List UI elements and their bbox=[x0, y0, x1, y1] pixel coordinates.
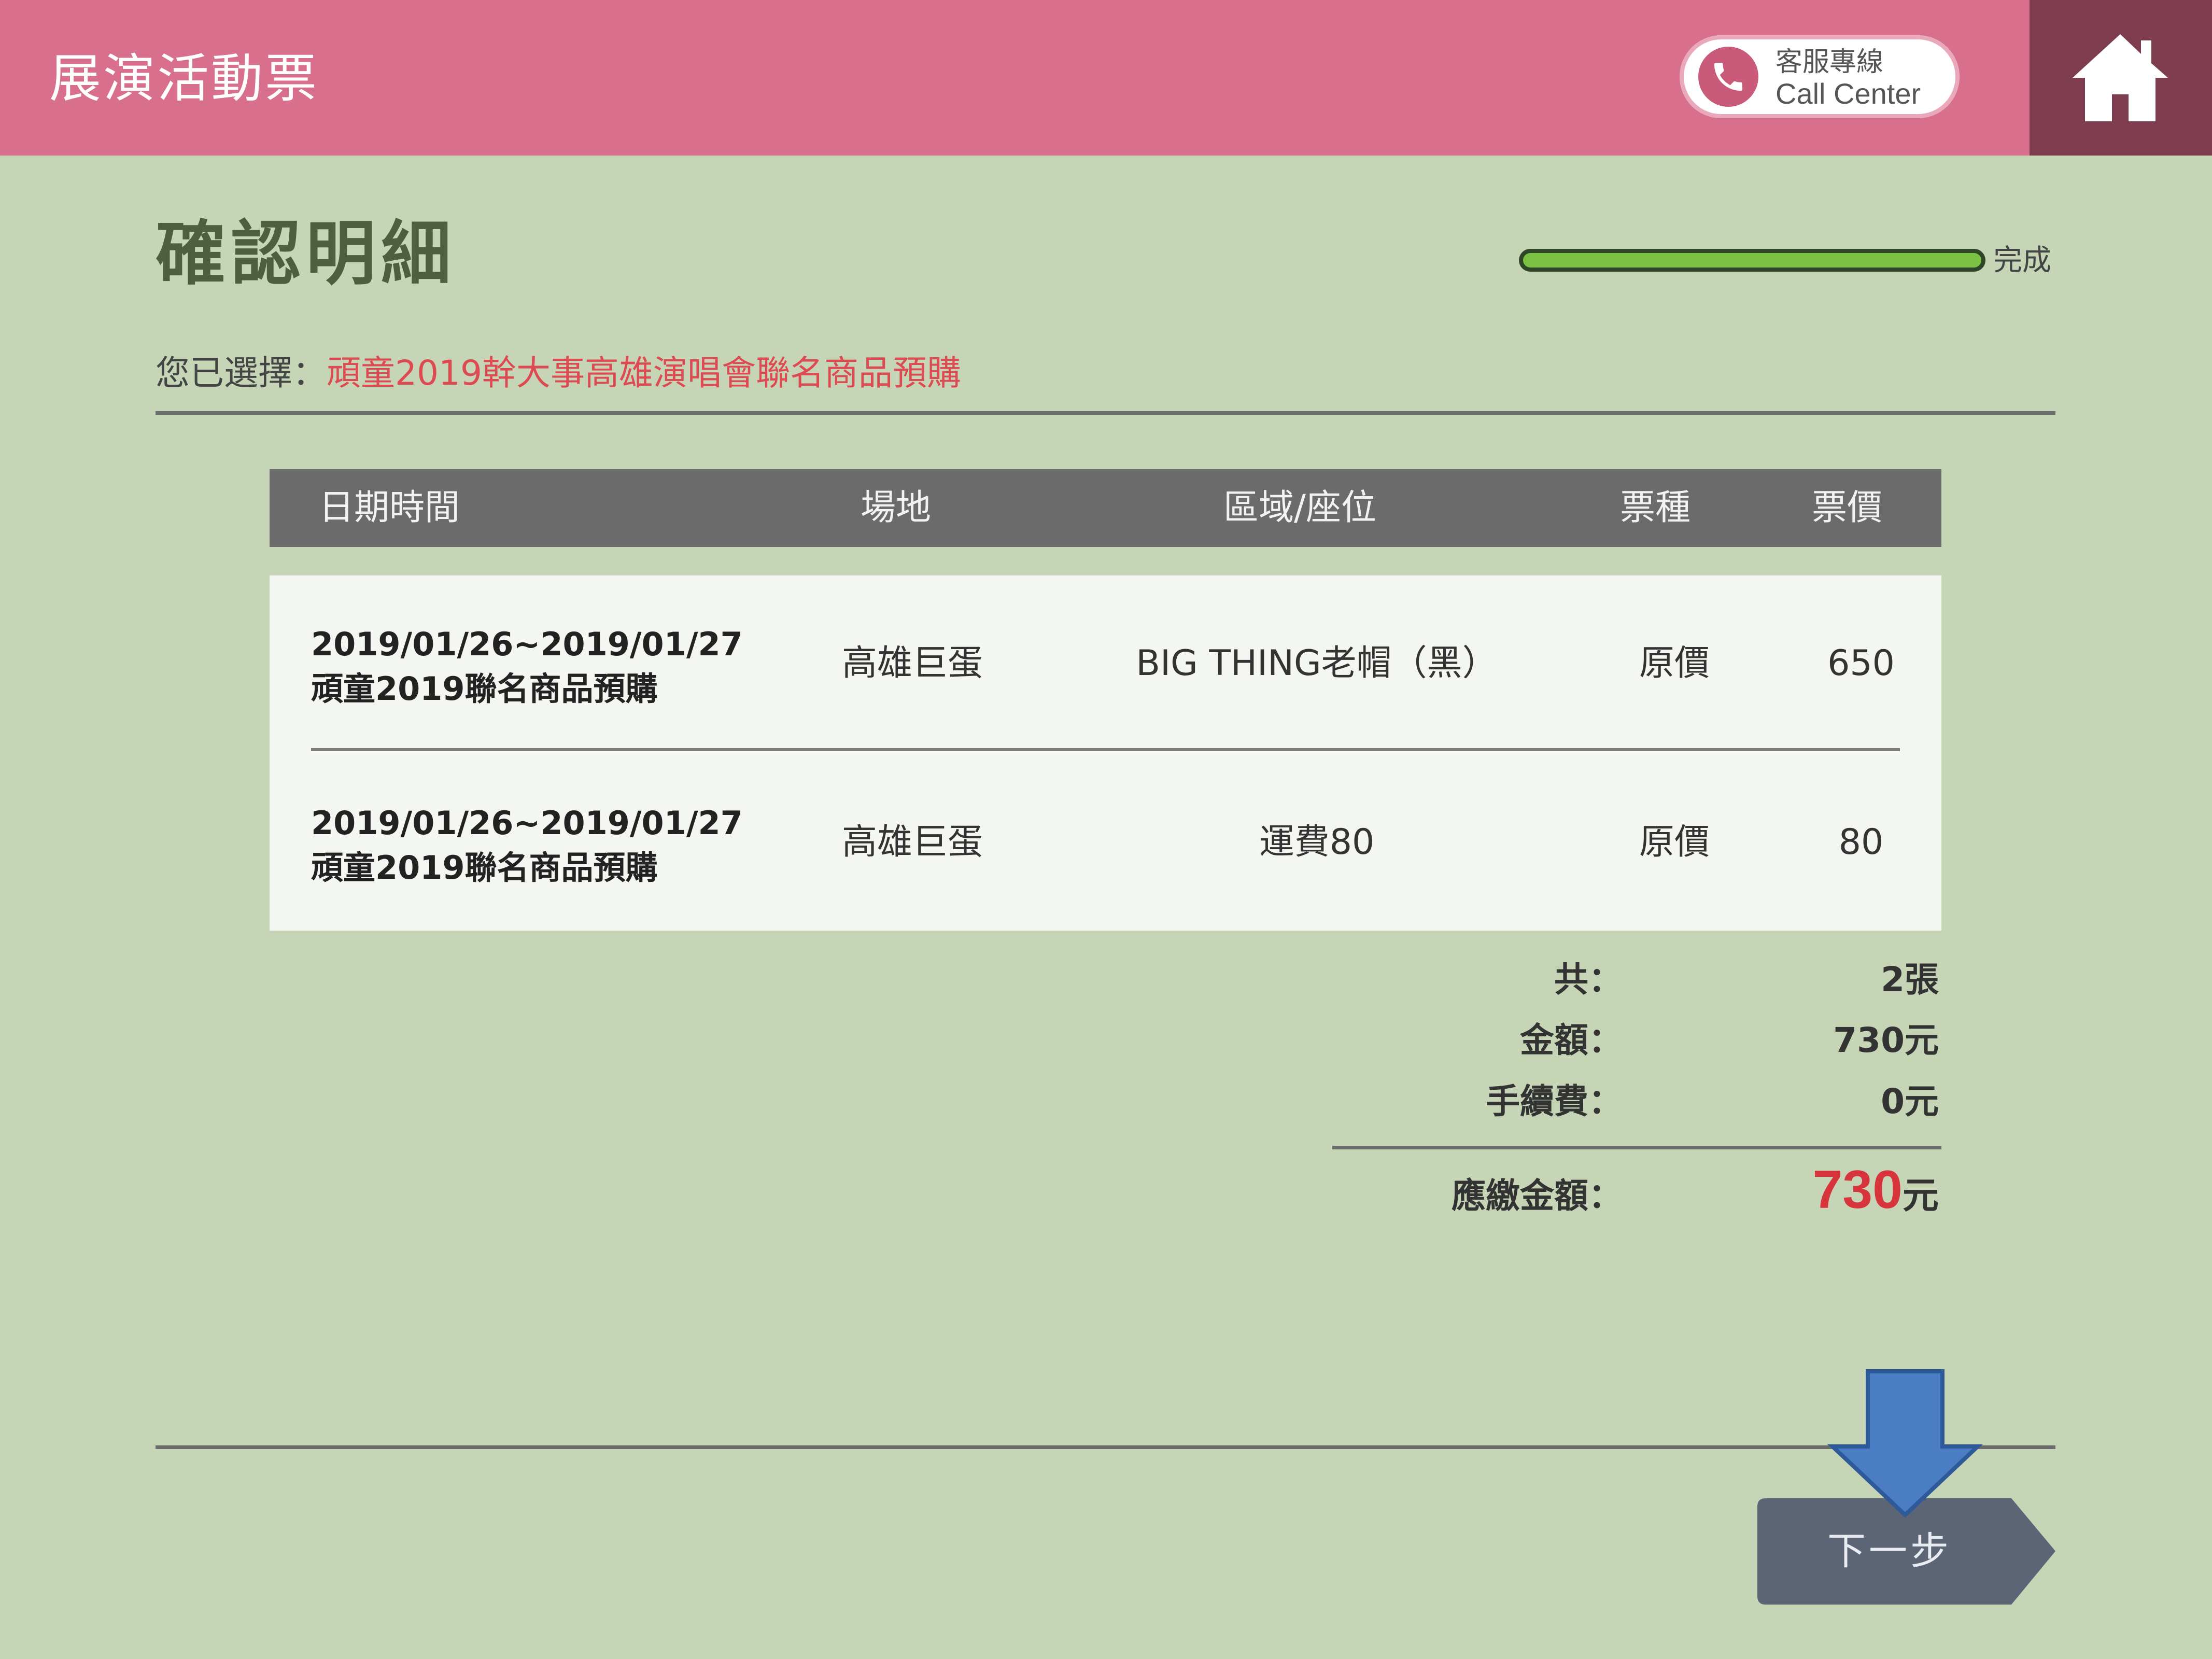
cell-venue: 高雄巨蛋 bbox=[841, 822, 983, 863]
cell-datetime: 2019/01/26~2019/01/27 頑童2019聯名商品預購 bbox=[311, 801, 743, 890]
selected-event-line: 您已選擇：頑童2019幹大事高雄演唱會聯名商品預購 bbox=[156, 353, 961, 394]
fee-label: 手續費： bbox=[1486, 1081, 1623, 1121]
cell-ticket-type: 原價 bbox=[1639, 643, 1710, 684]
total-value: 730元 bbox=[1680, 1156, 1939, 1230]
arrow-down-icon bbox=[1827, 1369, 1983, 1518]
total-label: 應繳金額： bbox=[1452, 1176, 1623, 1216]
column-header-price: 票價 bbox=[1812, 487, 1883, 528]
call-center-button[interactable]: 客服專線 Call Center bbox=[1680, 35, 1960, 118]
cell-product: 頑童2019聯名商品預購 bbox=[311, 849, 658, 887]
ticket-count-value: 2張 bbox=[1881, 960, 1939, 1000]
cell-datetime: 2019/01/26~2019/01/27 頑童2019聯名商品預購 bbox=[311, 622, 743, 711]
cell-date: 2019/01/26~2019/01/27 bbox=[311, 804, 743, 842]
cell-venue: 高雄巨蛋 bbox=[841, 643, 983, 684]
total-amount: 730 bbox=[1812, 1160, 1903, 1220]
amount-label: 金額： bbox=[1520, 1020, 1623, 1060]
cell-price: 80 bbox=[1838, 822, 1884, 863]
cell-seat: BIG THING老帽（黑） bbox=[1136, 643, 1498, 684]
table-header: 日期時間 場地 區域/座位 票種 票價 bbox=[270, 469, 1941, 547]
call-center-label-en: Call Center bbox=[1776, 77, 1921, 110]
row-divider bbox=[311, 748, 1900, 751]
home-button[interactable] bbox=[2030, 0, 2212, 156]
column-header-datetime: 日期時間 bbox=[319, 487, 460, 528]
phone-icon bbox=[1698, 47, 1758, 107]
table-row: 2019/01/26~2019/01/27 頑童2019聯名商品預購 高雄巨蛋 … bbox=[270, 575, 1941, 752]
app-title: 展演活動票 bbox=[49, 48, 319, 109]
total-unit: 元 bbox=[1903, 1174, 1939, 1217]
selected-prefix: 您已選擇： bbox=[156, 353, 327, 393]
home-icon bbox=[2073, 34, 2168, 121]
progress-bar bbox=[1519, 249, 1985, 272]
column-header-venue: 場地 bbox=[861, 487, 932, 528]
column-header-ticket-type: 票種 bbox=[1620, 487, 1691, 528]
ticket-count-label: 共： bbox=[1554, 960, 1623, 1000]
page-title: 確認明細 bbox=[156, 213, 456, 294]
cell-date: 2019/01/26~2019/01/27 bbox=[311, 625, 743, 663]
fee-value: 0元 bbox=[1881, 1081, 1939, 1121]
call-center-label-zh: 客服專線 bbox=[1776, 47, 1884, 78]
progress-label: 完成 bbox=[1993, 244, 2051, 277]
amount-value: 730元 bbox=[1833, 1020, 1939, 1060]
table-row: 2019/01/26~2019/01/27 頑童2019聯名商品預購 高雄巨蛋 … bbox=[270, 754, 1941, 931]
top-divider bbox=[156, 411, 2055, 415]
selected-event-name: 頑童2019幹大事高雄演唱會聯名商品預購 bbox=[327, 353, 961, 393]
cell-price: 650 bbox=[1827, 643, 1895, 684]
cell-product: 頑童2019聯名商品預購 bbox=[311, 670, 658, 708]
top-bar: 展演活動票 客服專線 Call Center bbox=[0, 0, 2212, 156]
cell-seat: 運費80 bbox=[1259, 822, 1375, 863]
summary-divider bbox=[1332, 1146, 1941, 1149]
order-table: 2019/01/26~2019/01/27 頑童2019聯名商品預購 高雄巨蛋 … bbox=[270, 575, 1941, 931]
column-header-seat: 區域/座位 bbox=[1223, 487, 1376, 528]
bottom-divider bbox=[156, 1445, 2055, 1449]
progress-fill bbox=[1523, 253, 1981, 268]
cell-ticket-type: 原價 bbox=[1639, 822, 1710, 863]
